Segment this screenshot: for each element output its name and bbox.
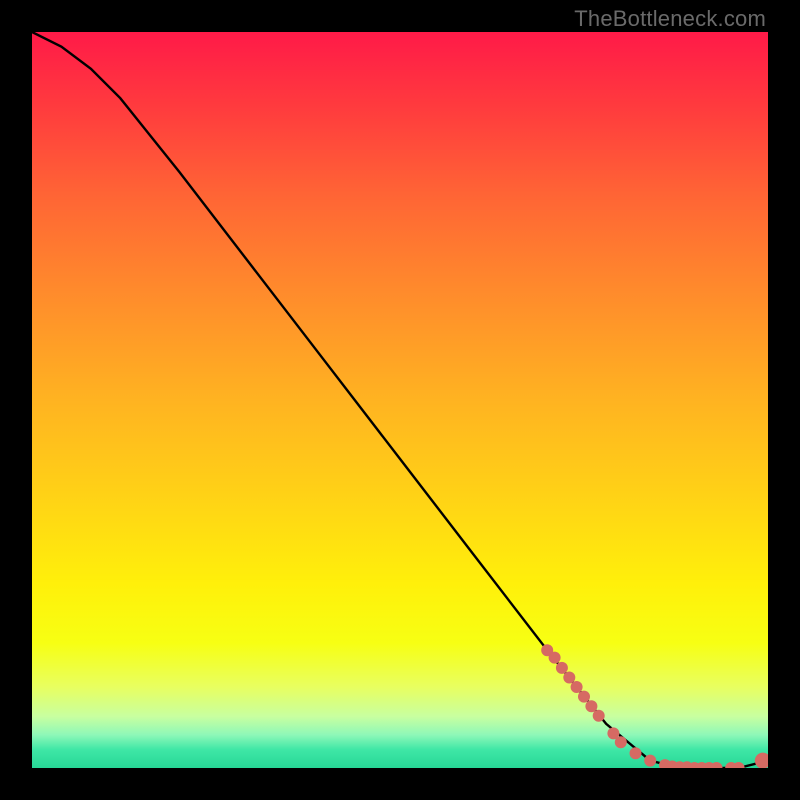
marker-point: [578, 691, 590, 703]
marker-point: [549, 652, 561, 664]
bottleneck-chart: [32, 32, 768, 768]
watermark-label: TheBottleneck.com: [574, 6, 766, 32]
gradient-background: [32, 32, 768, 768]
marker-point: [593, 710, 605, 722]
marker-point: [556, 662, 568, 674]
marker-point: [630, 747, 642, 759]
marker-point: [615, 736, 627, 748]
marker-point: [571, 681, 583, 693]
marker-point: [644, 755, 656, 767]
marker-point: [563, 672, 575, 684]
marker-point: [585, 700, 597, 712]
chart-frame: [32, 32, 768, 768]
